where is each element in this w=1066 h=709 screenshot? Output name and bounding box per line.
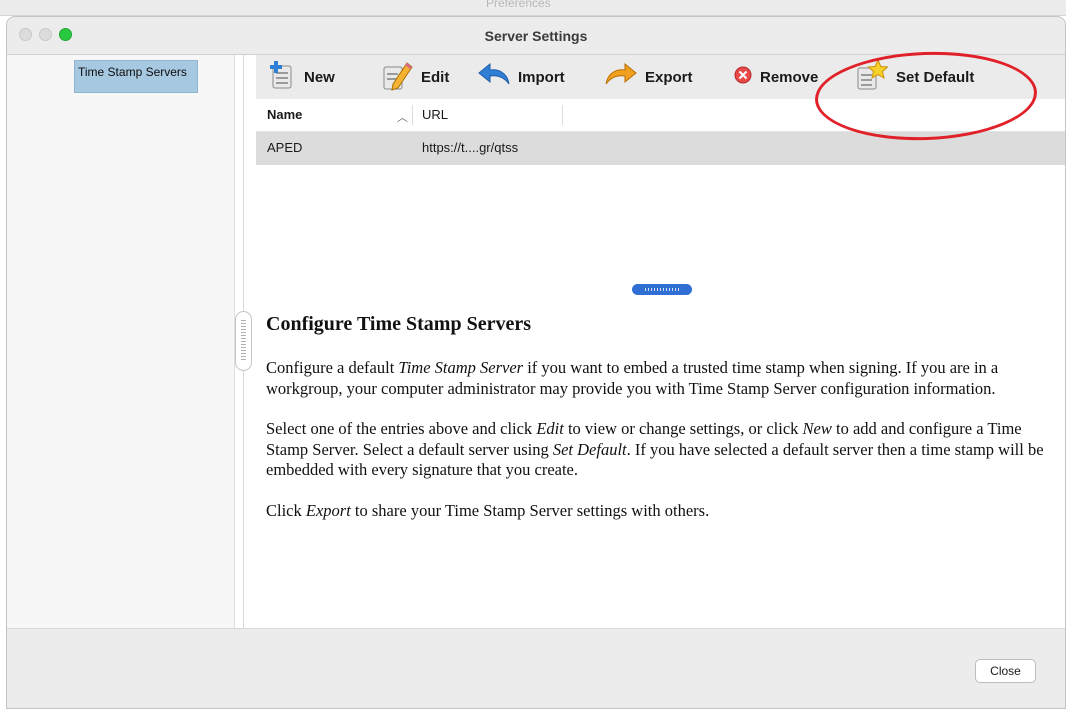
help-paragraph: Configure a default Time Stamp Server if…: [266, 358, 1061, 399]
edit-pencil-icon: [381, 59, 413, 96]
help-emphasis: New: [802, 419, 832, 438]
sort-ascending-icon[interactable]: ︿: [397, 109, 408, 125]
help-paragraph: Select one of the entries above and clic…: [266, 419, 1061, 481]
help-text: Select one of the entries above and clic…: [266, 419, 537, 438]
new-button[interactable]: New: [268, 55, 335, 99]
sidebar: Time Stamp Servers: [7, 55, 235, 628]
help-text: to share your Time Stamp Server settings…: [350, 500, 710, 520]
export-arrow-icon: [605, 62, 637, 92]
help-emphasis: Edit: [536, 419, 564, 438]
close-button[interactable]: Close: [975, 659, 1036, 683]
table-empty-area: [256, 165, 1065, 295]
table-cell-name: APED: [267, 140, 303, 155]
background-window-title: Preferences: [486, 0, 551, 10]
sidebar-item-time-stamp-servers[interactable]: Time Stamp Servers: [74, 60, 198, 93]
vertical-splitter-handle[interactable]: [235, 311, 252, 371]
import-button-label: Import: [518, 68, 565, 86]
column-header-name[interactable]: Name: [267, 107, 302, 122]
window-title: Server Settings: [484, 28, 588, 44]
help-emphasis: Time Stamp Server: [398, 358, 524, 377]
set-default-button[interactable]: Set Default: [856, 55, 974, 99]
table-row[interactable]: APED https://t....gr/qtss: [256, 132, 1065, 165]
column-divider[interactable]: [412, 105, 413, 125]
help-text: to view or change settings, or click: [563, 419, 803, 438]
set-default-button-label: Set Default: [896, 68, 975, 86]
export-button[interactable]: Export: [605, 55, 693, 99]
help-text: Configure a default: [266, 358, 399, 377]
remove-button[interactable]: Remove: [734, 55, 818, 99]
edit-button[interactable]: Edit: [381, 55, 449, 99]
column-divider[interactable]: [562, 105, 563, 125]
new-button-label: New: [304, 68, 335, 86]
window-titlebar: Server Settings: [7, 17, 1065, 55]
help-panel: Configure Time Stamp Servers Configure a…: [266, 313, 1061, 541]
grip-icon: [645, 288, 679, 291]
column-header-url[interactable]: URL: [422, 107, 448, 122]
horizontal-splitter-handle[interactable]: [632, 284, 692, 295]
help-heading: Configure Time Stamp Servers: [266, 313, 531, 335]
table-header: Name ︿ URL: [256, 99, 1065, 132]
import-button[interactable]: Import: [478, 55, 565, 99]
help-paragraph: Click Export to share your Time Stamp Se…: [266, 501, 1061, 522]
toolbar: New Edit Import Export Remove Set Defaul…: [256, 55, 1065, 99]
remove-x-icon: [734, 66, 752, 89]
export-button-label: Export: [645, 68, 693, 86]
new-server-icon: [268, 60, 296, 95]
help-emphasis: Export: [305, 500, 351, 520]
edit-button-label: Edit: [421, 68, 450, 86]
help-emphasis: Set Default: [552, 439, 627, 459]
help-text: Click: [266, 500, 306, 520]
server-settings-window: Server Settings Time Stamp Servers New E…: [6, 16, 1066, 709]
set-default-star-icon: [856, 58, 889, 96]
footer-bar: Close: [7, 628, 1065, 708]
grip-icon: [241, 320, 246, 362]
table-cell-url: https://t....gr/qtss: [422, 140, 519, 155]
remove-button-label: Remove: [760, 68, 819, 86]
import-arrow-icon: [478, 62, 510, 92]
